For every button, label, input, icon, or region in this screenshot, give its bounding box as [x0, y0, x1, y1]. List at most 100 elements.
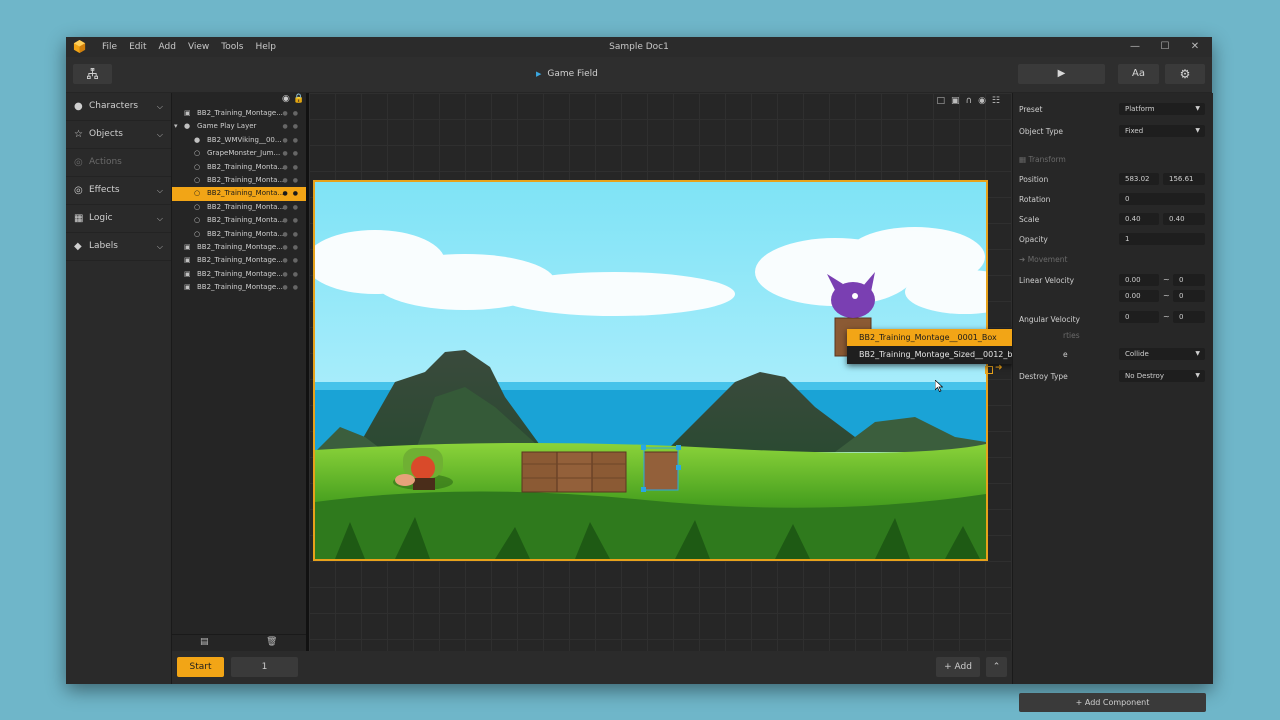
layer-row[interactable]: ▣ BB2_Training_Montage... ●●	[172, 107, 306, 120]
layer-row[interactable]: ○ BB2_Training_Monta... ●●	[172, 161, 306, 174]
properties-panel: Preset Platform ▼ Object Type Fixed ▼ ▦ Tr…	[1012, 93, 1213, 712]
play-button[interactable]: ▶	[1018, 64, 1105, 84]
anchor-handle[interactable]	[985, 366, 993, 374]
layer-group-row[interactable]: ▾ ● Game Play Layer ●●	[172, 120, 306, 133]
folder-icon[interactable]: ▤	[200, 637, 209, 647]
magnet-icon[interactable]: ∩	[965, 96, 978, 106]
movement-header-label: Movement	[1027, 255, 1068, 264]
chevron-down-icon: ⌵	[156, 130, 163, 139]
layer-row[interactable]: ▣ BB2_Training_Montage... ●●	[172, 281, 306, 294]
movement-header[interactable]: ➜ Movement	[1019, 255, 1067, 264]
nav-objects-label: Objects	[89, 129, 124, 139]
menu-file[interactable]: File	[96, 37, 123, 57]
linear-velocity-max-x[interactable]: 0	[1173, 274, 1205, 286]
crop-icon[interactable]: □	[936, 96, 951, 106]
preset-select[interactable]: Platform ▼	[1119, 103, 1205, 115]
object-type-select[interactable]: Fixed ▼	[1119, 125, 1205, 137]
layer-toggle-dots[interactable]: ●●	[283, 254, 303, 267]
expand-up-button[interactable]: ⌃	[986, 657, 1007, 677]
nav-actions[interactable]: ◎ Actions	[66, 149, 171, 177]
layer-row[interactable]: ▣ BB2_Training_Montage... ●●	[172, 241, 306, 254]
add-component-button[interactable]: + Add Component	[1019, 693, 1206, 712]
lock-icon[interactable]: 🔒	[293, 94, 304, 104]
menu-add[interactable]: Add	[153, 37, 182, 57]
layer-row[interactable]: ▣ BB2_Training_Montage... ●●	[172, 254, 306, 267]
layer-row[interactable]: ● BB2_WMViking__00... ●●	[172, 134, 306, 147]
collision-select[interactable]: Collide ▼	[1119, 348, 1205, 360]
layers-panel: ◉ 🔒 ▣ BB2_Training_Montage... ●● ▾ ● Game Pl…	[172, 93, 309, 651]
layer-label: BB2_Training_Montage...	[197, 109, 283, 117]
layer-toggle-dots[interactable]: ●●	[283, 107, 303, 120]
settings-button[interactable]: ⚙	[1165, 64, 1205, 84]
rotation-input[interactable]: 0	[1119, 193, 1205, 205]
menu-tools[interactable]: Tools	[215, 37, 249, 57]
layer-toggle-dots[interactable]: ●●	[283, 241, 303, 254]
scene-tree-button[interactable]	[73, 64, 112, 84]
destroy-type-label: Destroy Type	[1019, 372, 1068, 381]
lock-icon[interactable]: ▣	[951, 96, 966, 106]
layer-toggle-dots[interactable]: ●●	[283, 174, 303, 187]
scale-x-input[interactable]: 0.40	[1119, 213, 1159, 225]
layer-toggle-dots[interactable]: ●●	[283, 201, 303, 214]
scale-y-input[interactable]: 0.40	[1163, 213, 1205, 225]
layer-toggle-dots[interactable]: ●●	[283, 268, 303, 281]
frame-number-input[interactable]: 1	[231, 657, 298, 677]
trash-icon[interactable]: 🗑	[266, 637, 277, 647]
transform-header[interactable]: ▦ Transform	[1019, 155, 1066, 164]
eye-icon[interactable]: ◉	[978, 96, 992, 106]
layer-row[interactable]: ○ BB2_Training_Monta... ●●	[172, 228, 306, 241]
layer-label: BB2_Training_Monta...	[207, 162, 285, 171]
menu-view[interactable]: View	[182, 37, 215, 57]
angular-velocity-min[interactable]: 0	[1119, 311, 1159, 323]
layer-row[interactable]: ○ GrapeMonster_Jum... ●●	[172, 147, 306, 160]
nav-labels-label: Labels	[89, 241, 118, 251]
layer-row[interactable]: ○ BB2_Training_Monta... ●●	[172, 214, 306, 227]
layer-row[interactable]: ○ BB2_Training_Monta... ●●	[172, 174, 306, 187]
circle-icon: ○	[194, 149, 201, 158]
start-button[interactable]: Start	[177, 657, 224, 677]
layer-toggle-dots[interactable]: ●●	[283, 134, 303, 147]
game-scene[interactable]	[313, 180, 988, 561]
layer-row[interactable]: ○ BB2_Training_Monta... ●●	[172, 201, 306, 214]
opacity-input[interactable]: 1	[1119, 233, 1205, 245]
nav-characters[interactable]: ● Characters ⌵	[66, 93, 171, 121]
game-field-canvas[interactable]: □▣∩◉☷	[309, 93, 1012, 651]
linear-velocity-min-y[interactable]: 0.00	[1119, 290, 1159, 302]
maximize-icon[interactable]: ☐	[1150, 37, 1180, 57]
layer-row-selected[interactable]: ○ BB2_Training_Monta... ●●	[172, 187, 306, 201]
layer-toggle-dots[interactable]: ●●	[283, 187, 303, 200]
layer-toggle-dots[interactable]: ●●	[283, 120, 303, 133]
layer-toggle-dots[interactable]: ●●	[283, 228, 303, 241]
layer-toggle-dots[interactable]: ●●	[283, 161, 303, 174]
opacity-label: Opacity	[1019, 235, 1048, 244]
toolbar: ▶ Game Field ▶ Aa ⚙	[66, 57, 1212, 92]
dropdown-arrow-icon: ▼	[1195, 350, 1200, 357]
nav-effects[interactable]: ◎ Effects ⌵	[66, 177, 171, 205]
align-icon[interactable]: ☷	[992, 96, 1006, 106]
visibility-icon[interactable]: ◉	[282, 94, 290, 104]
menu-edit[interactable]: Edit	[123, 37, 152, 57]
layer-row[interactable]: ▣ BB2_Training_Montage... ●●	[172, 268, 306, 281]
angular-velocity-max[interactable]: 0	[1173, 311, 1205, 323]
minimize-icon[interactable]: —	[1120, 37, 1150, 57]
layer-toggle-dots[interactable]: ●●	[283, 214, 303, 227]
layers-header: ◉ 🔒	[172, 93, 306, 107]
linear-velocity-min-x[interactable]: 0.00	[1119, 274, 1159, 286]
position-x-input[interactable]: 583.02	[1119, 173, 1159, 185]
app-logo-icon	[73, 40, 86, 53]
layer-toggle-dots[interactable]: ●●	[283, 281, 303, 294]
expand-arrow-icon[interactable]: ▾	[174, 120, 178, 133]
collision-label-fragment: e	[1063, 350, 1068, 359]
linear-velocity-max-y[interactable]: 0	[1173, 290, 1205, 302]
add-button[interactable]: + Add	[936, 657, 980, 677]
position-y-input[interactable]: 156.61	[1163, 173, 1205, 185]
nav-logic[interactable]: ▦ Logic ⌵	[66, 205, 171, 233]
menu-help[interactable]: Help	[249, 37, 282, 57]
layer-toggle-dots[interactable]: ●●	[283, 147, 303, 160]
nav-objects[interactable]: ☆ Objects ⌵	[66, 121, 171, 149]
close-icon[interactable]: ✕	[1180, 37, 1210, 57]
nav-labels[interactable]: ◆ Labels ⌵	[66, 233, 171, 261]
arrow-right-icon[interactable]: ➜	[995, 363, 1003, 373]
destroy-type-select[interactable]: No Destroy ▼	[1119, 370, 1205, 382]
font-button[interactable]: Aa	[1118, 64, 1159, 84]
